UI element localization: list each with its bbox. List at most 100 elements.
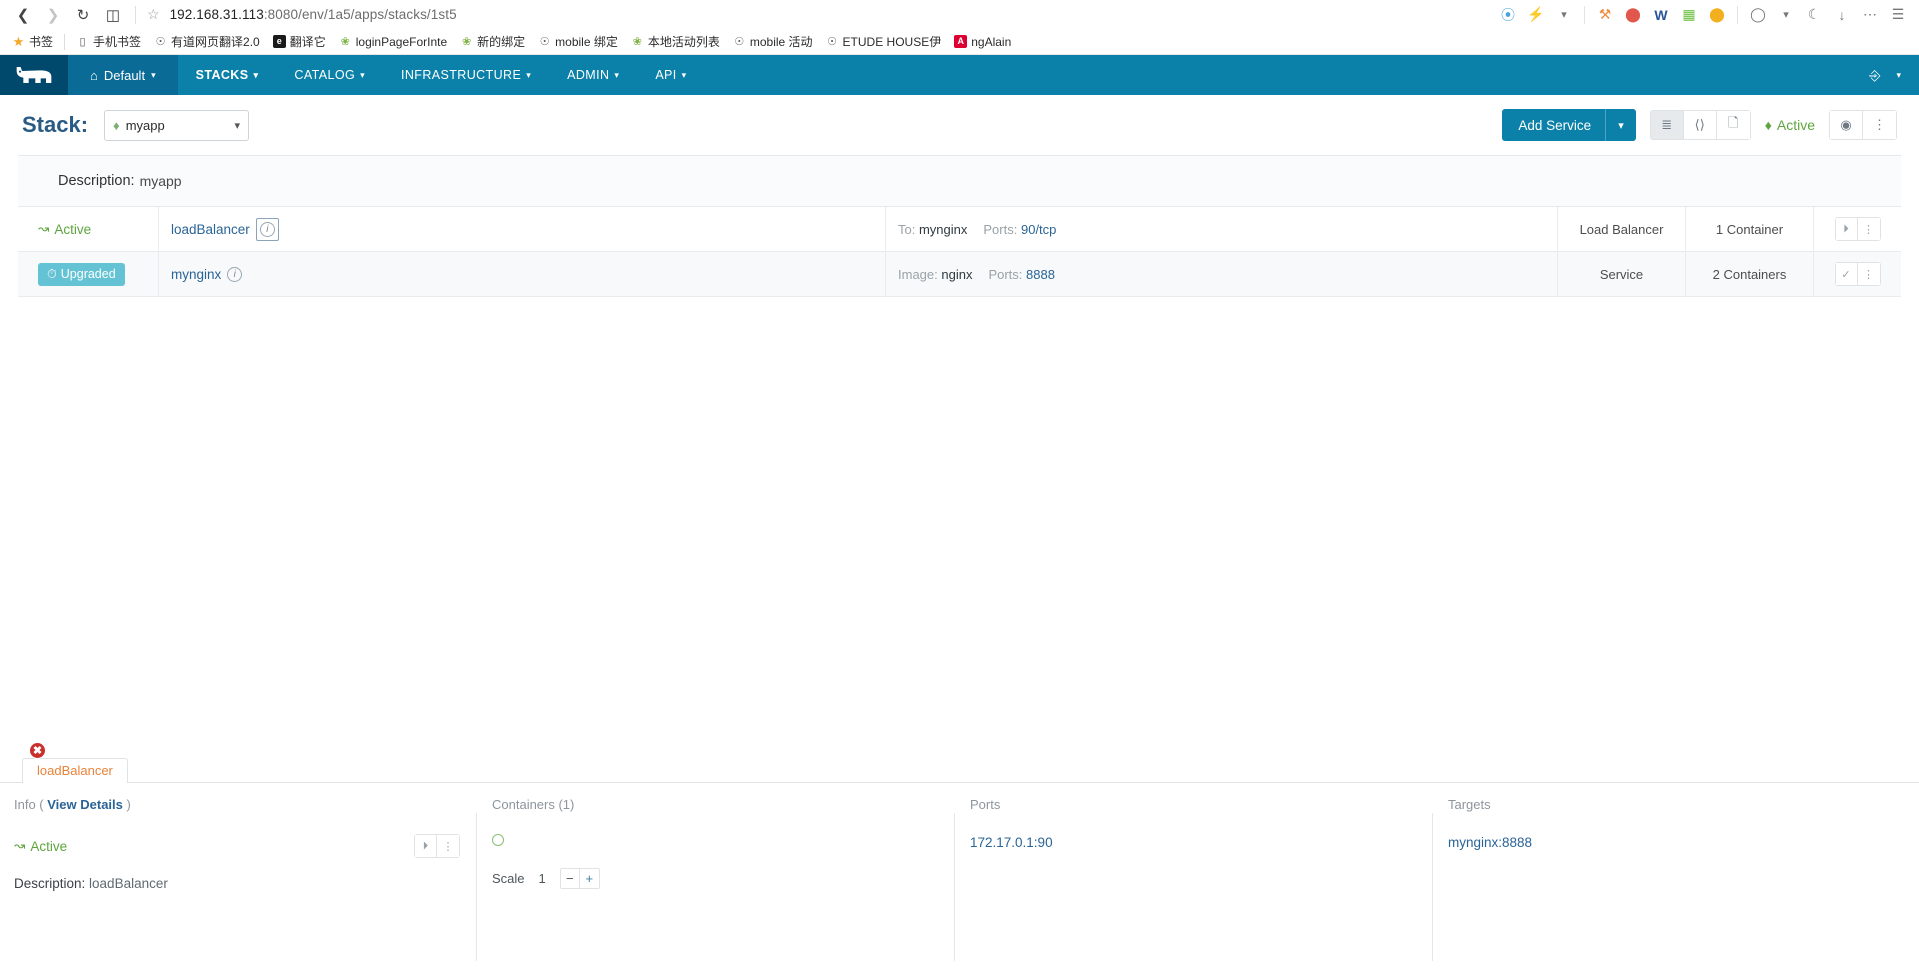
row-action-group: ✓ ⋮ <box>1834 262 1881 286</box>
scale-decrement-button[interactable]: − <box>560 869 580 888</box>
table-row[interactable]: ⏱ Upgraded mynginx i Image: nginx Ports:… <box>18 252 1901 297</box>
flash-icon[interactable]: ⚡ <box>1523 3 1549 27</box>
port-link[interactable]: 172.17.0.1:90 <box>970 835 1053 850</box>
bookmark-item[interactable]: ☉ ETUDE HOUSE伊 <box>820 31 948 52</box>
chevron-down-icon: ▾ <box>614 69 620 80</box>
environment-selector[interactable]: ⌂ Default ▾ <box>68 55 178 95</box>
meta-value[interactable]: 8888 <box>1026 267 1055 282</box>
reader-view-button[interactable]: ◫ <box>98 1 128 29</box>
window-menu-icon[interactable]: ☰ <box>1885 3 1911 27</box>
pause-icon[interactable]: ◉ <box>1830 111 1863 139</box>
view-details-link[interactable]: View Details <box>47 797 123 812</box>
state-label: Upgraded <box>60 267 116 281</box>
kebab-menu-icon[interactable]: ⋮ <box>1857 263 1880 285</box>
target-link[interactable]: mynginx:8888 <box>1448 835 1532 850</box>
list-view-icon[interactable]: ≣ <box>1650 111 1684 139</box>
bookmark-item[interactable]: ▯ 手机书签 <box>70 31 147 52</box>
moon-icon[interactable]: ☾ <box>1801 3 1827 27</box>
translate-icon: e <box>272 35 286 48</box>
reload-button[interactable]: ↻ <box>68 1 98 29</box>
bookmark-label: 翻译它 <box>289 35 326 49</box>
circle-icon[interactable]: ⬤ <box>1704 3 1730 27</box>
url-text: 192.168.31.113:8080/env/1a5/apps/stacks/… <box>169 7 457 22</box>
quantity-stepper: − + <box>559 868 600 889</box>
stack-status: ♦ Active <box>1765 117 1815 133</box>
bookmark-label: mobile 绑定 <box>555 35 618 49</box>
dock-ports-heading: Ports <box>970 797 1001 812</box>
nav-label: CATALOG <box>294 68 356 82</box>
browser-toolbar-icons: ⦿ ⚡ ▾ ⚒ ⬤ W ▦ ⬤ ◯ ▾ ☾ ↓ ⋯ ☰ <box>1495 3 1911 27</box>
stack-selector-dropdown[interactable]: ♦ myapp ▾ <box>104 109 250 141</box>
bookmark-star-icon[interactable]: ☆ <box>147 6 160 23</box>
service-info-button[interactable]: i <box>255 217 279 241</box>
nav-item-catalog[interactable]: CATALOG ▾ <box>276 55 383 95</box>
shield-icon[interactable]: ⬤ <box>1620 3 1646 27</box>
user-icon[interactable]: ⎆ <box>1869 67 1880 84</box>
rancher-logo[interactable] <box>0 55 68 95</box>
nav-item-stacks[interactable]: STACKS ▾ <box>178 55 277 95</box>
bookmark-item[interactable]: ❀ 新的绑定 <box>454 31 531 52</box>
info-icon[interactable]: i <box>227 266 243 282</box>
bookmark-item[interactable]: ❀ loginPageForInte <box>333 33 453 51</box>
cow-logo-icon <box>16 67 52 83</box>
forward-button[interactable]: ❯ <box>38 1 68 29</box>
sync-icon[interactable]: ⦿ <box>1495 3 1521 27</box>
grid-icon[interactable]: ▦ <box>1676 3 1702 27</box>
table-row[interactable]: ↝ Active loadBalancer i To: mynginx Port… <box>18 207 1901 252</box>
nav-item-admin[interactable]: ADMIN ▾ <box>549 55 637 95</box>
bookmark-item[interactable]: ★ 书签 <box>6 31 59 52</box>
leaf-icon: ❀ <box>462 36 472 48</box>
service-name-link[interactable]: loadBalancer <box>171 222 250 237</box>
confirm-upgrade-icon[interactable]: ✓ <box>1835 263 1858 285</box>
bookmark-item[interactable]: A ngAlain <box>948 33 1017 51</box>
service-name-link[interactable]: mynginx <box>171 267 221 282</box>
bookmark-item[interactable]: ☉ mobile 活动 <box>727 31 819 52</box>
globe-icon: ☉ <box>155 36 166 48</box>
nav-item-infrastructure[interactable]: INFRASTRUCTURE ▾ <box>383 55 549 95</box>
meta-key: To: <box>898 221 916 237</box>
row-state-cell: ⏱ Upgraded <box>18 252 158 296</box>
upgraded-state-icon: ⏱ <box>47 266 57 281</box>
dock-action-group: ⏵ ⋮ <box>414 834 460 858</box>
stack-icon: ♦ <box>1764 117 1772 133</box>
game-controller-icon[interactable]: ⚒ <box>1592 3 1618 27</box>
upgrade-icon[interactable]: ⏵ <box>415 835 437 857</box>
bookmark-item[interactable]: ☉ mobile 绑定 <box>532 31 624 52</box>
environment-label: Default <box>103 67 146 83</box>
bookmark-item[interactable]: ❀ 本地活动列表 <box>625 31 726 52</box>
active-state-icon: ↝ <box>38 221 50 236</box>
scale-value: 1 <box>538 871 546 886</box>
chevron-down-icon[interactable]: ▾ <box>1773 3 1799 27</box>
dock-tab-loadbalancer[interactable]: ✖ loadBalancer <box>22 742 128 783</box>
dock-tab-label: loadBalancer <box>37 763 113 778</box>
download-icon[interactable]: ↓ <box>1829 3 1855 27</box>
chevron-down-icon[interactable]: ▾ <box>1896 70 1901 81</box>
dock-info-state-row: ↝ Active ⏵ ⋮ <box>14 834 460 858</box>
kebab-menu-icon[interactable]: ⋮ <box>1857 218 1880 240</box>
chevron-down-icon[interactable]: ▾ <box>1551 3 1577 27</box>
nav-item-api[interactable]: API ▾ <box>637 55 704 95</box>
scale-increment-button[interactable]: + <box>579 869 599 888</box>
row-actions-cell: ⏵ ⋮ <box>1813 207 1901 251</box>
chevron-down-icon[interactable]: ▾ <box>1606 119 1636 132</box>
container-state-circle-icon[interactable] <box>492 834 504 846</box>
word-icon[interactable]: W <box>1648 3 1674 27</box>
close-icon[interactable]: ✖ <box>29 742 46 759</box>
bookmark-item[interactable]: e 翻译它 <box>267 31 332 52</box>
config-view-icon[interactable]: 🗋 <box>1716 111 1750 139</box>
bookmark-item[interactable]: ☉ 有道网页翻译2.0 <box>148 31 266 52</box>
add-service-button[interactable]: Add Service ▾ <box>1502 109 1636 141</box>
upgrade-icon[interactable]: ⏵ <box>1835 218 1858 240</box>
back-button[interactable]: ❮ <box>8 1 38 29</box>
kebab-menu-icon[interactable]: ⋮ <box>1863 111 1896 139</box>
user-icon[interactable]: ◯ <box>1745 3 1771 27</box>
more-options-icon[interactable]: ⋯ <box>1857 3 1883 27</box>
graph-view-icon[interactable]: ⟨⟩ <box>1683 111 1717 139</box>
bookmark-label: 书签 <box>29 35 54 49</box>
chevron-down-icon: ▾ <box>526 69 532 80</box>
meta-target: To: mynginx <box>898 222 967 237</box>
address-bar[interactable]: ☆ 192.168.31.113:8080/env/1a5/apps/stack… <box>143 3 1495 27</box>
phone-icon: ▯ <box>79 36 86 48</box>
kebab-menu-icon[interactable]: ⋮ <box>437 835 459 857</box>
meta-value[interactable]: 90/tcp <box>1021 222 1056 237</box>
